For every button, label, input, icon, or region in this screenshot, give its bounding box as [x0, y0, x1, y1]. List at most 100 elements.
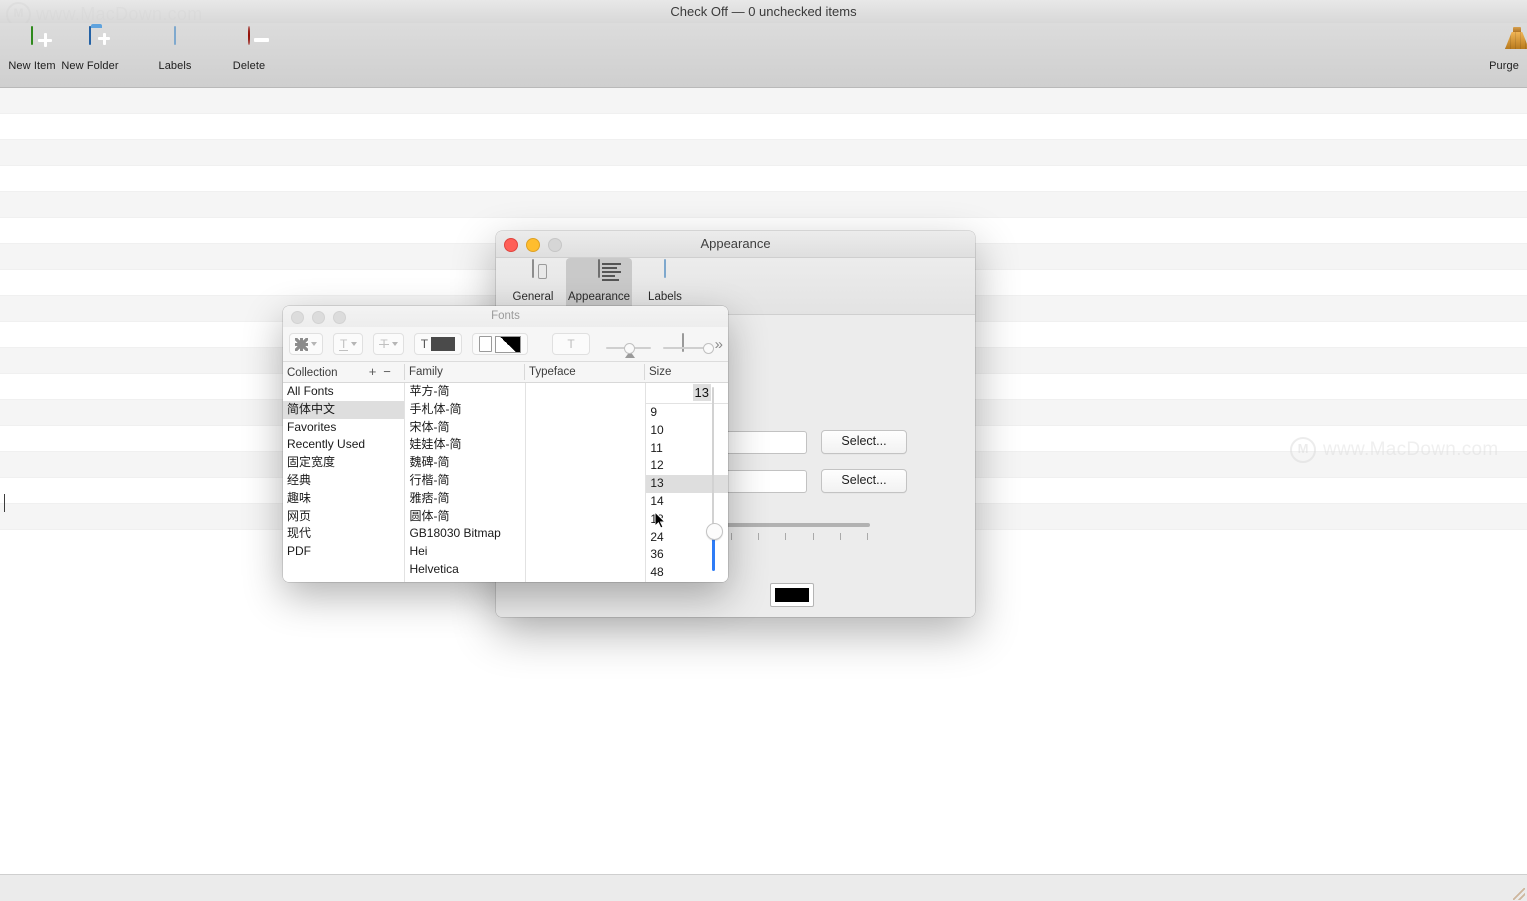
mouse-cursor-icon — [655, 512, 667, 529]
list-item[interactable]: 网页 — [283, 508, 404, 526]
color-swatch — [775, 588, 809, 602]
fonts-panel-title: Fonts — [491, 310, 520, 322]
main-titlebar: Check Off — 0 unchecked items — [0, 0, 1527, 24]
select-button-2[interactable]: Select... — [821, 469, 907, 493]
tab-appearance[interactable]: Appearance — [566, 258, 632, 312]
labels-pill-icon — [632, 259, 698, 290]
list-item[interactable]: 简体中文 — [283, 400, 405, 419]
list-item[interactable]: GB18030 Bitmap — [405, 525, 524, 543]
list-item[interactable]: 雅痞-简 — [405, 490, 524, 508]
text-shadow-button[interactable]: T — [552, 333, 591, 355]
new-folder-icon — [58, 24, 122, 57]
list-item[interactable]: 魏碑-简 — [405, 454, 524, 472]
strikethrough-menu-button[interactable]: T — [373, 333, 404, 355]
purge-label: Purge — [1489, 60, 1519, 72]
list-item[interactable]: 娃娃体-简 — [405, 436, 524, 454]
text-color-button[interactable]: T — [413, 333, 463, 355]
shadow-blur-slider[interactable] — [606, 334, 652, 358]
list-item[interactable]: 趣味 — [283, 490, 404, 508]
list-item[interactable]: Recently Used — [283, 436, 404, 454]
size-slider[interactable] — [705, 387, 723, 571]
list-item[interactable]: Hei — [405, 543, 524, 561]
shadow-offset-slider[interactable] — [663, 333, 715, 354]
purge-icon — [1472, 27, 1527, 57]
slider-fill — [711, 539, 715, 571]
prefs-title: Appearance — [700, 236, 771, 251]
list-item[interactable]: 手札体-简 — [405, 401, 524, 419]
list-item[interactable]: 行楷-简 — [405, 472, 524, 490]
family-header: Family — [405, 362, 525, 382]
slider-knob[interactable] — [703, 343, 715, 354]
add-collection-button[interactable]: + — [369, 362, 377, 382]
overflow-chevrons-icon[interactable]: » — [715, 336, 723, 353]
page-title: Check Off — 0 unchecked items — [670, 4, 857, 19]
tab-labels[interactable]: Labels — [632, 258, 698, 312]
list-item[interactable] — [0, 88, 1527, 114]
typeface-header: Typeface — [525, 362, 645, 382]
strikethrough-icon: T — [379, 337, 390, 351]
fonts-toolbar: T T T T » — [283, 327, 728, 362]
action-menu-button[interactable] — [289, 333, 323, 355]
list-item[interactable]: 现代 — [283, 525, 404, 543]
select-button-1[interactable]: Select... — [821, 430, 907, 454]
collection-list[interactable]: All Fonts 简体中文 Favorites Recently Used 固定宽度经… — [283, 383, 406, 582]
gear-icon — [295, 337, 308, 351]
chevron-down-icon — [311, 342, 317, 346]
tab-labels-label: Labels — [648, 291, 682, 303]
list-item[interactable]: 48 — [646, 564, 728, 582]
new-item-label: New Item — [8, 60, 56, 72]
new-folder-label: New Folder — [61, 60, 119, 72]
square-icon — [682, 333, 685, 352]
resize-grip-icon[interactable] — [1513, 888, 1525, 900]
text-caret — [4, 494, 5, 512]
fonts-columns: All Fonts 简体中文 Favorites Recently Used 固定宽度经… — [283, 383, 728, 582]
list-item[interactable]: 宋体-简 — [405, 419, 524, 437]
remove-collection-button[interactable]: − — [383, 362, 391, 382]
text-color-icon: T — [420, 337, 429, 351]
labels-button[interactable]: Labels — [143, 26, 207, 72]
document-icon — [479, 336, 493, 352]
collection-header: Collection + − — [283, 362, 405, 382]
list-item[interactable]: 经典 — [283, 472, 404, 490]
list-item[interactable]: Helvetica — [405, 561, 524, 579]
document-color-swatch — [495, 335, 522, 353]
underline-icon: T — [339, 336, 349, 351]
size-header: Size — [649, 366, 672, 378]
color-well[interactable] — [770, 583, 814, 607]
general-switch-icon — [500, 259, 566, 290]
size-column: 13 9101112131418243648 — [646, 383, 728, 582]
list-item[interactable]: All Fonts — [283, 383, 404, 401]
list-item[interactable]: 固定宽度 — [283, 454, 404, 472]
new-folder-button[interactable]: New Folder — [58, 24, 122, 72]
tab-general[interactable]: General — [500, 258, 566, 312]
list-item[interactable] — [0, 114, 1527, 140]
delete-label: Delete — [232, 60, 266, 72]
delete-button[interactable]: Delete — [217, 26, 281, 72]
list-item[interactable]: 圆体-简 — [405, 508, 524, 526]
main-bottom-bar — [0, 874, 1527, 901]
tab-general-label: General — [512, 291, 554, 303]
new-item-button[interactable]: New Item — [0, 26, 64, 72]
fonts-panel: Fonts T T T T » Collection + − Family Ty… — [283, 306, 728, 582]
slider-track — [663, 347, 709, 349]
list-item[interactable] — [0, 140, 1527, 166]
new-item-icon — [0, 26, 64, 57]
main-toolbar: New Item New Folder Labels Delete Purge — [0, 23, 1527, 88]
list-item[interactable]: Favorites — [283, 419, 404, 437]
list-item[interactable]: 苹方-简 — [405, 383, 524, 401]
chevron-down-icon — [391, 342, 398, 346]
labels-pill-icon — [143, 26, 207, 57]
purge-button[interactable]: Purge — [1472, 27, 1527, 72]
chevron-down-icon — [351, 342, 358, 346]
fonts-titlebar: Fonts — [283, 306, 728, 327]
list-item[interactable] — [0, 166, 1527, 192]
slider-knob[interactable] — [705, 523, 723, 540]
family-list[interactable]: 苹方-简 手札体-简 宋体-简 娃娃体-简 魏碑-简 行楷-简 雅痞-简 圆体-简 GB1803… — [405, 383, 526, 582]
list-item[interactable] — [0, 192, 1527, 218]
document-color-button[interactable] — [472, 333, 529, 355]
underline-menu-button[interactable]: T — [333, 333, 364, 355]
typeface-list[interactable] — [526, 383, 647, 582]
delete-minus-icon — [217, 26, 281, 57]
list-item[interactable]: PDF — [283, 543, 404, 561]
tab-appearance-label: Appearance — [567, 291, 631, 303]
